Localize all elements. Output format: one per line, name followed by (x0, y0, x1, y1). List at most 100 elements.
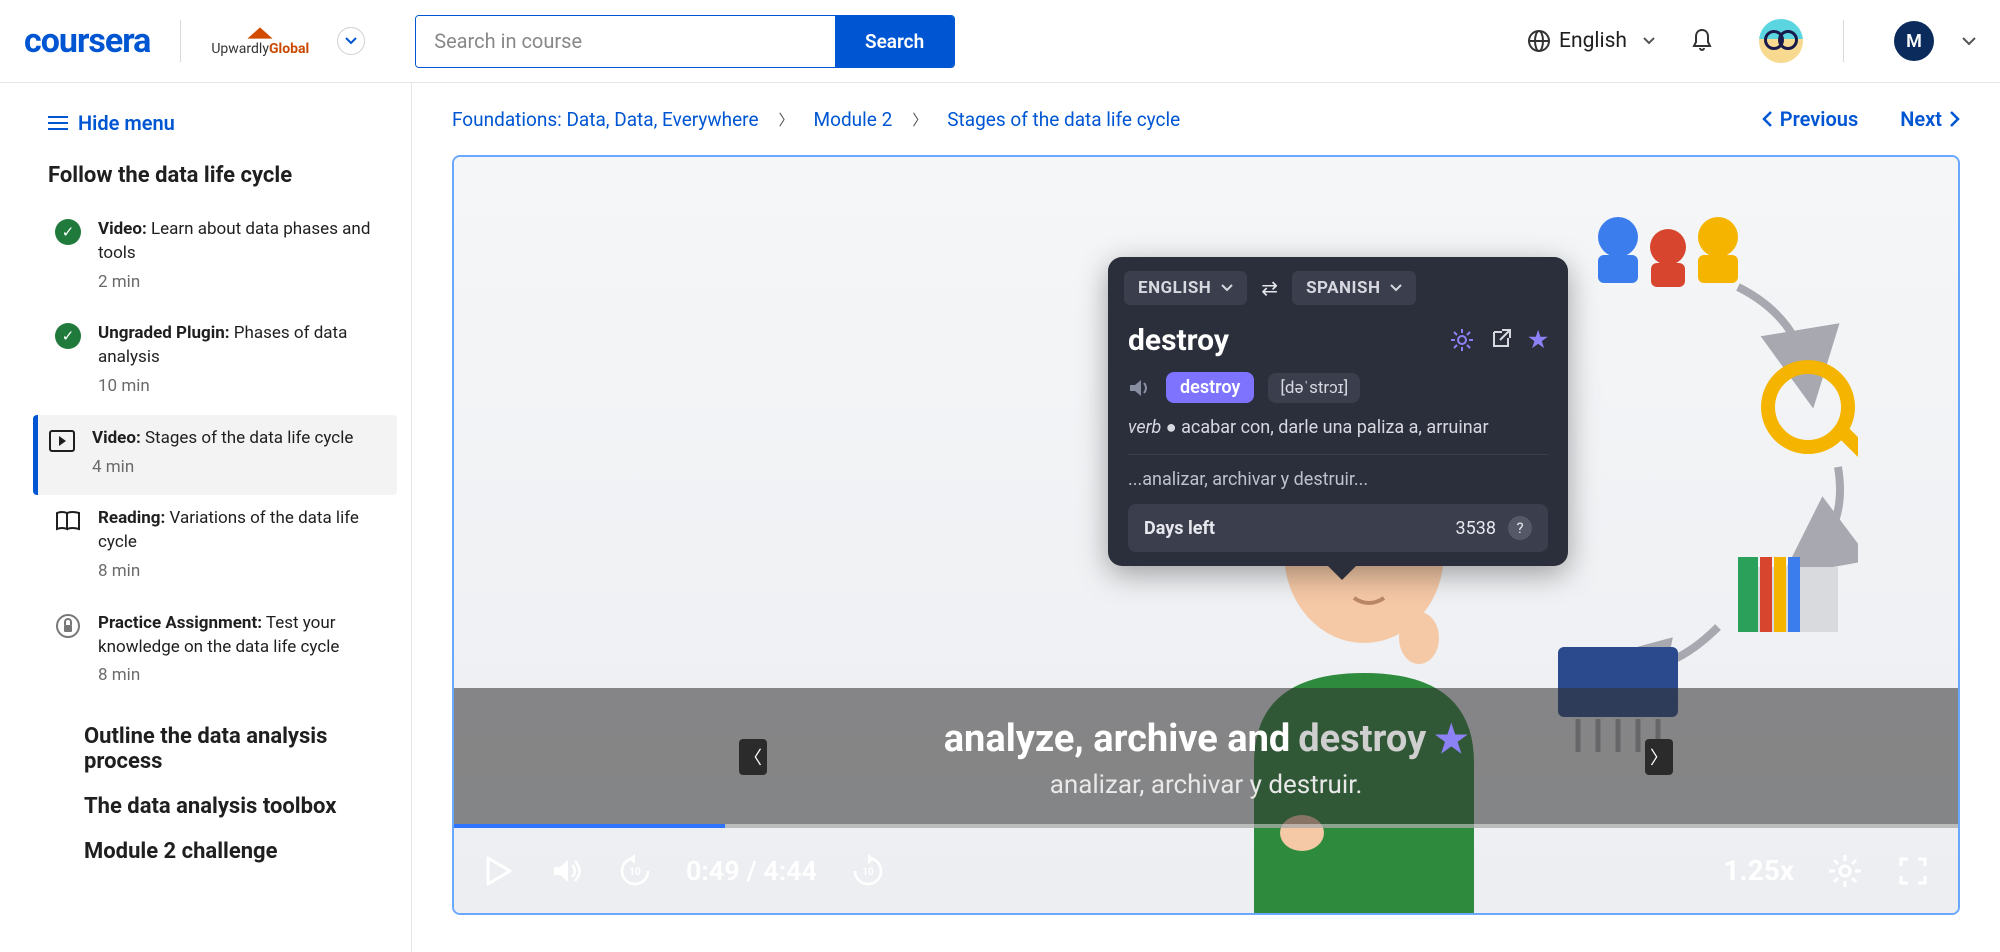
star-icon[interactable]: ★ (1434, 717, 1468, 762)
settings-button[interactable] (1828, 854, 1862, 888)
next-button[interactable]: Next (1900, 107, 1960, 131)
popup-open-external-icon[interactable] (1490, 328, 1512, 353)
language-selector[interactable]: English (1527, 29, 1655, 53)
popup-word: destroy ★ (1128, 323, 1548, 358)
breadcrumb-bar: Foundations: Data, Data, Everywhere 〉 Mo… (452, 107, 1960, 131)
play-icon (48, 427, 76, 455)
item-title: Practice Assignment: Test your knowledge… (98, 612, 383, 660)
body: Hide menu Follow the data life cycle ✓ Vi… (0, 83, 2000, 952)
chevron-down-icon (1390, 284, 1402, 292)
partner-dropdown[interactable] (337, 27, 365, 55)
item-duration: 10 min (98, 375, 383, 399)
check-icon: ✓ (54, 322, 82, 350)
popup-settings-icon[interactable] (1450, 328, 1474, 353)
volume-button[interactable] (550, 854, 584, 888)
play-icon (486, 856, 512, 886)
gear-icon (1829, 855, 1861, 887)
breadcrumb-link[interactable]: Stages of the data life cycle (947, 108, 1180, 131)
item-title: Reading: Variations of the data life cyc… (98, 507, 383, 555)
rewind-10-icon: 10 (618, 854, 652, 888)
fullscreen-button[interactable] (1896, 854, 1930, 888)
user-avatar[interactable]: M (1894, 21, 1934, 61)
chevron-right-icon: 〉 (779, 109, 794, 130)
previous-button[interactable]: Previous (1762, 107, 1858, 131)
dictionary-popup: ENGLISH ⇄ SPANISH destroy ★ (1108, 257, 1568, 566)
caption-prev-button[interactable]: 〈 (739, 739, 767, 775)
forward-10-icon: 10 (851, 854, 885, 888)
pronounce-button[interactable] (1128, 377, 1152, 399)
svg-text:10: 10 (862, 867, 874, 878)
section-title[interactable]: Outline the data analysis process (84, 724, 397, 774)
sidebar-item[interactable]: ✓ Video: Learn about data phases and tool… (48, 206, 397, 310)
popup-tail (1328, 566, 1356, 580)
prev-next-nav: Previous Next (1762, 107, 1960, 131)
menu-icon (48, 115, 68, 131)
divider (180, 20, 181, 62)
notifications-button[interactable] (1687, 26, 1717, 56)
lock-icon (54, 612, 82, 640)
sidebar-item[interactable]: Video: Stages of the data life cycle 4 mi… (33, 415, 397, 496)
check-icon: ✓ (54, 218, 82, 246)
sidebar-item[interactable]: ✓ Ungraded Plugin: Phases of data analysi… (48, 310, 397, 414)
item-title: Video: Stages of the data life cycle (92, 427, 353, 451)
days-left-row: Days left 3538 ? (1128, 504, 1548, 552)
search-input[interactable] (416, 16, 835, 67)
caption-primary: analyze, archive and destroy ★ (944, 717, 1469, 762)
play-button[interactable] (482, 854, 516, 888)
chevron-right-icon (1950, 111, 1960, 127)
time-display: 0:49 / 4:44 (686, 855, 817, 887)
help-icon[interactable]: ? (1508, 516, 1532, 540)
coursera-logo[interactable]: coursera (24, 21, 150, 61)
item-duration: 2 min (98, 271, 383, 295)
item-duration: 8 min (98, 664, 383, 688)
chevron-down-icon (1643, 37, 1655, 45)
sidebar-item[interactable]: Practice Assignment: Test your knowledge… (48, 600, 397, 704)
breadcrumb: Foundations: Data, Data, Everywhere 〉 Mo… (452, 108, 1180, 131)
search-button[interactable]: Search (835, 16, 954, 67)
item-title: Ungraded Plugin: Phases of data analysis (98, 322, 383, 370)
playback-speed[interactable]: 1.25x (1723, 854, 1794, 887)
lang-to-selector[interactable]: SPANISH (1292, 271, 1416, 305)
fullscreen-icon (1899, 857, 1927, 885)
rewind-button[interactable]: 10 (618, 854, 652, 888)
hide-menu-button[interactable]: Hide menu (48, 111, 397, 135)
popup-favorite-icon[interactable]: ★ (1528, 328, 1548, 353)
svg-text:10: 10 (629, 867, 641, 878)
section-title[interactable]: Module 2 challenge (84, 839, 397, 864)
breadcrumb-link[interactable]: Module 2 (814, 108, 893, 131)
word-meta: destroy [dəˈstrɔɪ] (1128, 372, 1548, 403)
divider (1843, 20, 1844, 62)
section-title[interactable]: The data analysis toolbox (84, 794, 397, 819)
search-form: Search (415, 15, 955, 68)
sidebar-item[interactable]: Reading: Variations of the data life cyc… (48, 495, 397, 599)
ipa-chip: [dəˈstrɔɪ] (1268, 373, 1360, 403)
swap-languages-button[interactable]: ⇄ (1261, 276, 1278, 300)
chevron-left-icon (1762, 111, 1772, 127)
forward-button[interactable]: 10 (851, 854, 885, 888)
mascot-icon[interactable] (1759, 19, 1803, 63)
video-controls: 10 0:49 / 4:44 10 1.25x (454, 828, 1958, 913)
chevron-down-icon (1221, 284, 1233, 292)
section-title[interactable]: Follow the data life cycle (48, 163, 397, 188)
bell-icon (1690, 28, 1714, 54)
speaker-icon (1128, 377, 1152, 399)
item-title: Video: Learn about data phases and tools (98, 218, 383, 266)
chevron-right-icon: 〉 (912, 109, 927, 130)
caption-next-button[interactable]: 〉 (1645, 739, 1673, 775)
word-pill[interactable]: destroy (1166, 372, 1254, 403)
partner-arrow-icon (246, 25, 274, 41)
context-sentence: ...analizar, archivar y destruir... (1128, 469, 1548, 490)
breadcrumb-link[interactable]: Foundations: Data, Data, Everywhere (452, 108, 759, 131)
lang-from-selector[interactable]: ENGLISH (1124, 271, 1247, 305)
video-player[interactable]: analyze, archive and destroy ★ analizar,… (452, 155, 1960, 915)
definition: verb ● acabar con, darle una paliza a, a… (1128, 417, 1548, 455)
popup-header: ENGLISH ⇄ SPANISH (1108, 257, 1568, 319)
sidebar: Hide menu Follow the data life cycle ✓ Vi… (0, 83, 412, 952)
header: coursera UpwardlyGlobal Search English M (0, 0, 2000, 83)
partner-logo[interactable]: UpwardlyGlobal (211, 25, 309, 57)
item-duration: 4 min (92, 456, 353, 480)
main: Foundations: Data, Data, Everywhere 〉 Mo… (412, 83, 2000, 952)
book-icon (54, 507, 82, 535)
globe-icon (1527, 29, 1551, 53)
chevron-down-icon[interactable] (1962, 37, 1976, 46)
